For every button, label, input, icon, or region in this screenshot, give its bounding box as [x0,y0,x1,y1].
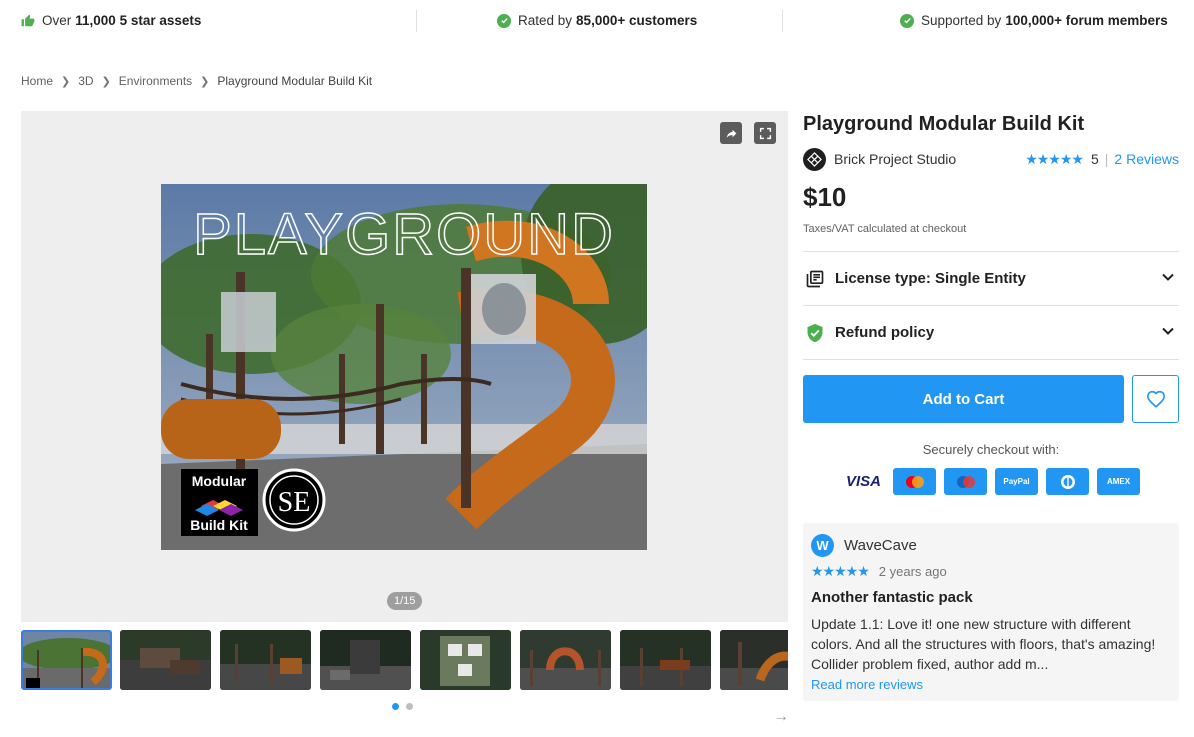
hero-title-text: PLAYGROUND [193,202,615,267]
refund-policy-label: Refund policy [835,324,935,341]
trust-bar: Over 11,000 5 star assets Rated by 85,00… [0,0,1194,42]
carousel-dot[interactable] [392,703,399,710]
paypal-icon: PayPal [995,468,1038,495]
license-type-row[interactable]: License type: Single Entity [803,251,1179,305]
amex-icon: AMEX [1097,468,1140,495]
fullscreen-button[interactable] [754,122,776,144]
trust-supported-bold: 100,000+ forum members [1005,13,1168,28]
trust-assets: Over 11,000 5 star assets [21,13,201,28]
share-icon [726,129,736,138]
heart-icon [1146,390,1165,408]
thumbs-up-icon [21,14,35,26]
thumbnail[interactable] [720,630,788,690]
avatar: W [811,534,834,557]
playground-scene-image: PLAYGROUND Modular Build Kit SE [161,184,647,550]
price: $10 [803,182,847,212]
mastercard-icon [893,468,936,495]
breadcrumb-current: Playground Modular Build Kit [217,74,373,88]
license-type-label: License type: Single Entity [835,270,1026,287]
review-card: W WaveCave ★★★★★ 2 years ago Another fan… [803,523,1179,701]
publisher-logo-icon[interactable] [803,147,826,171]
review-author: WaveCave [844,537,917,554]
hero-image[interactable]: PLAYGROUND Modular Build Kit SE [161,184,647,550]
visa-icon: VISA [845,473,881,490]
thumbnail[interactable] [620,630,711,690]
thumbnail[interactable] [120,630,211,690]
breadcrumb-3d[interactable]: 3D [78,74,93,88]
image-counter: 1/15 [387,592,423,610]
share-button[interactable] [720,122,742,144]
trust-rated-bold: 85,000+ customers [576,13,698,28]
breadcrumb: Home ❯ 3D ❯ Environments ❯ Playground Mo… [21,74,372,88]
breadcrumb-home[interactable]: Home [21,74,53,88]
read-more-reviews-link[interactable]: Read more reviews [811,677,1171,692]
reviews-link[interactable]: 2 Reviews [1114,151,1179,167]
arrow-right-icon[interactable]: → [773,708,789,726]
rating-value: 5 [1090,151,1099,167]
carousel-dot[interactable] [406,703,413,710]
rating-summary: ★★★★★ 5 | 2 Reviews [1025,151,1179,168]
review-title: Another fantastic pack [811,589,973,606]
chevron-down-icon [1162,273,1174,281]
thumbnail[interactable] [21,630,112,690]
star-rating-icon: ★★★★★ [811,563,870,579]
publisher-row: Brick Project Studio ★★★★★ 5 | 2 Reviews [803,147,1179,171]
thumbnail[interactable] [320,630,411,690]
review-date: 2 years ago [878,564,947,579]
badge-line2: Build Kit [190,517,248,533]
badge-line1: Modular [192,473,247,489]
secure-checkout-text: Securely checkout with: [922,442,1060,457]
tax-note: Taxes/VAT calculated at checkout [803,223,967,235]
trust-rated: Rated by 85,000+ customers [497,13,697,28]
trust-assets-bold: 11,000 5 star assets [75,13,202,28]
chevron-right-icon: ❯ [101,75,111,88]
refund-policy-row[interactable]: Refund policy [803,305,1179,359]
product-gallery: PLAYGROUND Modular Build Kit SE 1/15 [21,111,788,622]
maestro-icon [944,468,987,495]
check-circle-icon [497,13,511,28]
product-info: Playground Modular Build Kit Brick Proje… [803,111,1179,701]
chevron-right-icon: ❯ [61,75,71,88]
product-title: Playground Modular Build Kit [803,113,1085,135]
star-rating-icon: ★★★★★ [1025,150,1084,167]
diners-club-icon [1046,468,1089,495]
thumbnail[interactable] [220,630,311,690]
rating-divider: | [1104,151,1109,167]
trust-assets-prefix: Over [42,13,72,28]
chevron-right-icon: ❯ [200,75,210,88]
trust-supported-prefix: Supported by [921,13,1002,28]
divider [416,10,417,32]
divider [782,10,783,32]
license-icon [806,270,824,287]
fullscreen-icon [759,127,771,139]
trust-rated-prefix: Rated by [518,13,573,28]
thumbnail[interactable] [520,630,611,690]
trust-supported: Supported by 100,000+ forum members [900,13,1168,28]
shield-check-icon [807,323,823,342]
wishlist-button[interactable] [1132,375,1179,423]
thumbnail[interactable] [420,630,511,690]
check-circle-icon [900,13,914,28]
review-body: Update 1.1: Love it! one new structure w… [811,616,1156,672]
carousel-dots [392,703,413,710]
thumbnail-strip [21,630,788,691]
publisher-name[interactable]: Brick Project Studio [834,151,956,167]
breadcrumb-environments[interactable]: Environments [119,74,192,88]
badge-logo-text: SE [278,487,311,518]
chevron-down-icon [1162,327,1174,335]
add-to-cart-button[interactable]: Add to Cart [803,375,1124,423]
payment-methods: VISA PayPal AMEX [803,468,1179,495]
